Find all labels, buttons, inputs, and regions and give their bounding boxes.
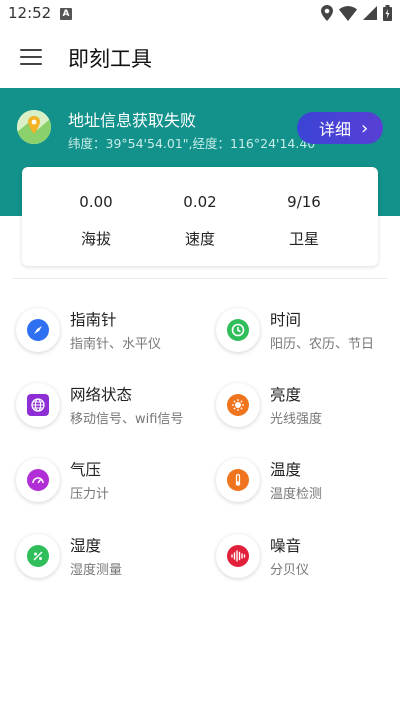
tool-name: 时间 [270,311,302,329]
speed-label: 速度 [184,230,215,248]
app-bar: 即刻工具 [0,28,400,88]
detail-button-label: 详细 [319,120,352,139]
tool-desc: 湿度测量 [70,563,123,578]
status-icons [321,5,392,21]
tool-desc: 指南针、水平仪 [70,337,162,352]
tool-pressure[interactable]: 气压 压力计 [16,458,196,518]
tool-desc: 光线强度 [270,412,323,427]
tool-desc: 移动信号、wifi信号 [70,412,184,427]
detail-button[interactable]: 详细 › [297,112,383,144]
status-time: 12:52 [8,4,52,22]
tool-name: 网络状态 [70,386,133,404]
brightness-icon [227,394,249,416]
soundwave-icon [227,545,249,567]
altitude-label: 海拔 [80,230,111,248]
tool-desc: 温度检测 [270,487,323,502]
location-icon [321,5,333,21]
stat-altitude: 0.00 海拔 [56,193,136,249]
stat-speed: 0.02 速度 [160,193,240,249]
tool-compass[interactable]: 指南针 指南针、水平仪 [16,308,196,368]
globe-icon [27,394,49,416]
compass-icon [27,319,49,341]
altitude-value: 0.00 [79,193,113,211]
tool-humidity[interactable]: 湿度 湿度测量 [16,534,196,594]
tool-desc: 分贝仪 [270,563,310,578]
stat-satellite: 9/16 卫星 [264,193,344,249]
tool-temperature[interactable]: 温度 温度检测 [216,458,396,518]
tool-name: 温度 [270,461,302,479]
tool-name: 亮度 [270,386,302,404]
tool-desc: 压力计 [70,487,110,502]
tool-desc: 阳历、农历、节日 [270,337,375,352]
tool-network[interactable]: 网络状态 移动信号、wifi信号 [16,383,196,443]
stats-card: 0.00 海拔 0.02 速度 9/16 卫星 [22,167,378,266]
tool-name: 气压 [70,461,102,479]
satellite-label: 卫星 [288,230,319,248]
map-location-icon [17,110,51,144]
location-status-title: 地址信息获取失败 [68,111,197,130]
gauge-icon [27,469,49,491]
thermometer-icon [227,469,249,491]
chevron-right-icon: › [361,117,369,139]
location-coordinates: 纬度：39°54'54.01",经度：116°24'14.40" [68,136,321,151]
app-title: 即刻工具 [68,47,152,71]
tool-name: 噪音 [270,537,302,555]
speed-value: 0.02 [183,193,217,211]
tool-noise[interactable]: 噪音 分贝仪 [216,534,396,594]
signal-icon [363,6,377,20]
clock-icon [227,319,249,341]
divider [12,278,388,279]
satellite-value: 9/16 [287,193,321,211]
wifi-icon [339,5,357,21]
humidity-icon [27,545,49,567]
battery-icon [383,5,392,21]
tool-time[interactable]: 时间 阳历、农历、节日 [216,308,396,368]
tool-name: 指南针 [70,311,117,329]
tool-name: 湿度 [70,537,102,555]
tool-brightness[interactable]: 亮度 光线强度 [216,383,396,443]
status-bar: 12:52 A [0,0,400,28]
a-letter-icon: A [60,8,72,20]
hamburger-menu-icon[interactable] [20,49,42,67]
